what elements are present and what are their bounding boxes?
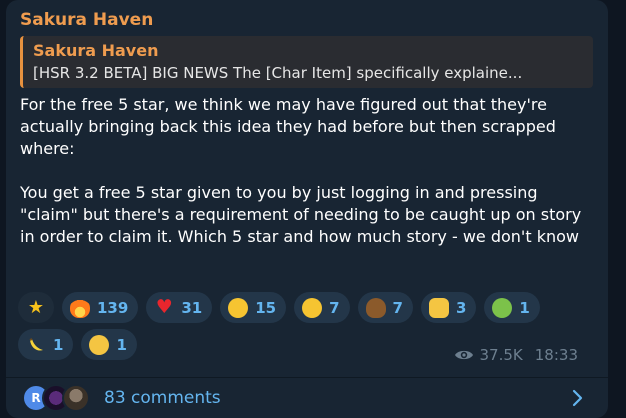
message-text: For the free 5 star, we think we may hav… bbox=[20, 94, 592, 248]
reaction-count: 1 bbox=[519, 298, 530, 317]
thinking-face-icon bbox=[302, 297, 323, 318]
fire-icon bbox=[70, 297, 90, 318]
reply-text: [HSR 3.2 BETA] BIG NEWS The [Char Item] … bbox=[33, 64, 523, 82]
avatar bbox=[62, 384, 90, 412]
reaction-star[interactable]: ★ bbox=[18, 292, 54, 323]
crying-face-icon bbox=[89, 334, 110, 355]
sender-name[interactable]: Sakura Haven bbox=[20, 10, 153, 30]
reaction-count: 1 bbox=[116, 335, 127, 354]
reaction-count: 1 bbox=[53, 335, 64, 354]
exploding-head-icon bbox=[228, 297, 249, 318]
star-icon: ★ bbox=[27, 296, 45, 318]
message-paragraph-2: You get a free 5 star given to you by ju… bbox=[20, 183, 582, 246]
nauseated-face-icon bbox=[492, 297, 513, 318]
banana-icon bbox=[26, 335, 46, 355]
chevron-right-icon[interactable] bbox=[568, 389, 586, 407]
message-paragraph-1: For the free 5 star, we think we may hav… bbox=[20, 95, 556, 158]
reaction-thumbs-up[interactable]: 3 bbox=[420, 292, 477, 323]
heart-icon: ♥ bbox=[155, 296, 173, 318]
reaction-thinking[interactable]: 7 bbox=[294, 292, 350, 323]
reaction-count: 15 bbox=[255, 298, 277, 317]
reply-preview[interactable]: Sakura Haven [HSR 3.2 BETA] BIG NEWS The… bbox=[20, 36, 593, 88]
reaction-banana[interactable]: 1 bbox=[18, 329, 74, 360]
poop-icon bbox=[365, 297, 386, 318]
reaction-heart[interactable]: ♥ 31 bbox=[146, 292, 213, 323]
reaction-exploding-head[interactable]: 15 bbox=[220, 292, 287, 323]
message-bubble: Sakura Haven Sakura Haven [HSR 3.2 BETA]… bbox=[6, 0, 608, 418]
reaction-count: 31 bbox=[181, 298, 203, 317]
reaction-poop[interactable]: 7 bbox=[357, 292, 413, 323]
message-meta: 37.5K 18:33 bbox=[454, 346, 578, 364]
message-time: 18:33 bbox=[534, 346, 578, 364]
comments-count: 83 comments bbox=[104, 388, 221, 408]
reaction-crying[interactable]: 1 bbox=[81, 329, 137, 360]
reaction-count: 139 bbox=[97, 298, 129, 317]
reaction-count: 7 bbox=[329, 298, 340, 317]
reaction-fire[interactable]: 139 bbox=[62, 292, 139, 323]
reaction-count: 3 bbox=[455, 298, 467, 317]
reaction-nauseated[interactable]: 1 bbox=[484, 292, 540, 323]
reaction-count: 7 bbox=[392, 298, 403, 317]
views-count: 37.5K bbox=[479, 346, 523, 364]
eye-icon bbox=[454, 350, 473, 360]
reply-sender-name: Sakura Haven bbox=[33, 41, 159, 60]
comments-bar[interactable]: R 83 comments bbox=[6, 378, 608, 418]
thumbs-up-icon bbox=[428, 297, 449, 318]
